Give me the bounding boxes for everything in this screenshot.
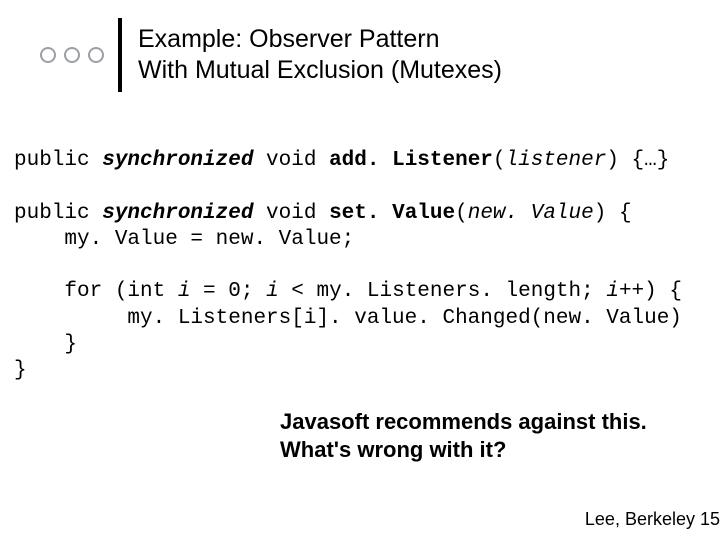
code-line-1: public synchronized void add. Listener(l… [14,149,669,172]
slide-header: Example: Observer Pattern With Mutual Ex… [40,18,502,92]
decorative-dots [40,47,104,63]
dot-icon [88,47,104,63]
callout-note: Javasoft recommends against this. What's… [280,408,647,463]
code-line-3: my. Value = new. Value; [14,228,354,251]
code-line-7: } [14,359,27,382]
code-line-2: public synchronized void set. Value(new.… [14,202,632,225]
code-line-5: my. Listeners[i]. value. Changed(new. Va… [14,307,682,330]
vertical-divider [118,18,122,92]
slide-footer: Lee, Berkeley 15 [585,509,720,530]
title-line-2: With Mutual Exclusion (Mutexes) [138,56,502,84]
note-line-2: What's wrong with it? [280,437,506,462]
code-line-6: } [14,333,77,356]
code-line-4: for (int i = 0; i < my. Listeners. lengt… [14,280,682,303]
dot-icon [40,47,56,63]
slide-title: Example: Observer Pattern With Mutual Ex… [138,24,502,87]
title-line-1: Example: Observer Pattern [138,25,440,53]
dot-icon [64,47,80,63]
note-line-1: Javasoft recommends against this. [280,409,647,434]
code-block: public synchronized void add. Listener(l… [14,148,706,384]
